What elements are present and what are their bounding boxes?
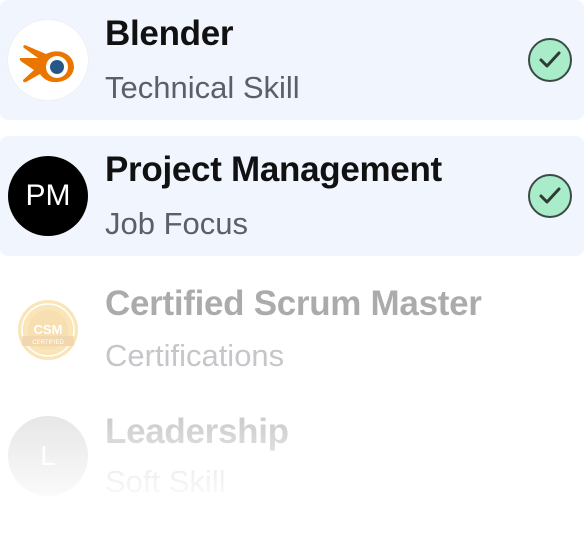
item-title: Certified Scrum Master <box>105 284 482 323</box>
skill-list: Blender Technical Skill PM Project Manag… <box>0 0 586 558</box>
list-item-certified-scrum-master[interactable]: CSM CERTIFIED Certified Scrum Master Cer… <box>0 272 584 392</box>
list-item-project-management[interactable]: PM Project Management Job Focus <box>0 136 584 256</box>
blender-logo-icon <box>8 20 88 100</box>
avatar-initials: L <box>40 440 56 471</box>
item-title: Blender <box>105 14 234 53</box>
check-icon[interactable] <box>528 174 572 218</box>
avatar: L <box>8 416 88 496</box>
item-subtitle: Certifications <box>105 338 285 373</box>
fade-container: L Leadership Soft Skill <box>0 400 584 520</box>
avatar-initials: PM <box>25 179 71 212</box>
avatar: PM <box>8 156 88 236</box>
csm-badge-text: CSM <box>34 322 63 337</box>
item-title: Project Management <box>105 150 442 189</box>
item-subtitle: Technical Skill <box>105 70 300 105</box>
check-icon[interactable] <box>528 38 572 82</box>
item-title: Leadership <box>105 412 289 451</box>
item-subtitle: Soft Skill <box>105 464 226 499</box>
list-item-blender[interactable]: Blender Technical Skill <box>0 0 584 120</box>
csm-badge-ring-text: CERTIFIED <box>32 340 64 346</box>
list-item-leadership[interactable]: L Leadership Soft Skill <box>0 400 584 520</box>
item-subtitle: Job Focus <box>105 206 249 241</box>
csm-badge-icon: CSM CERTIFIED <box>8 290 88 370</box>
